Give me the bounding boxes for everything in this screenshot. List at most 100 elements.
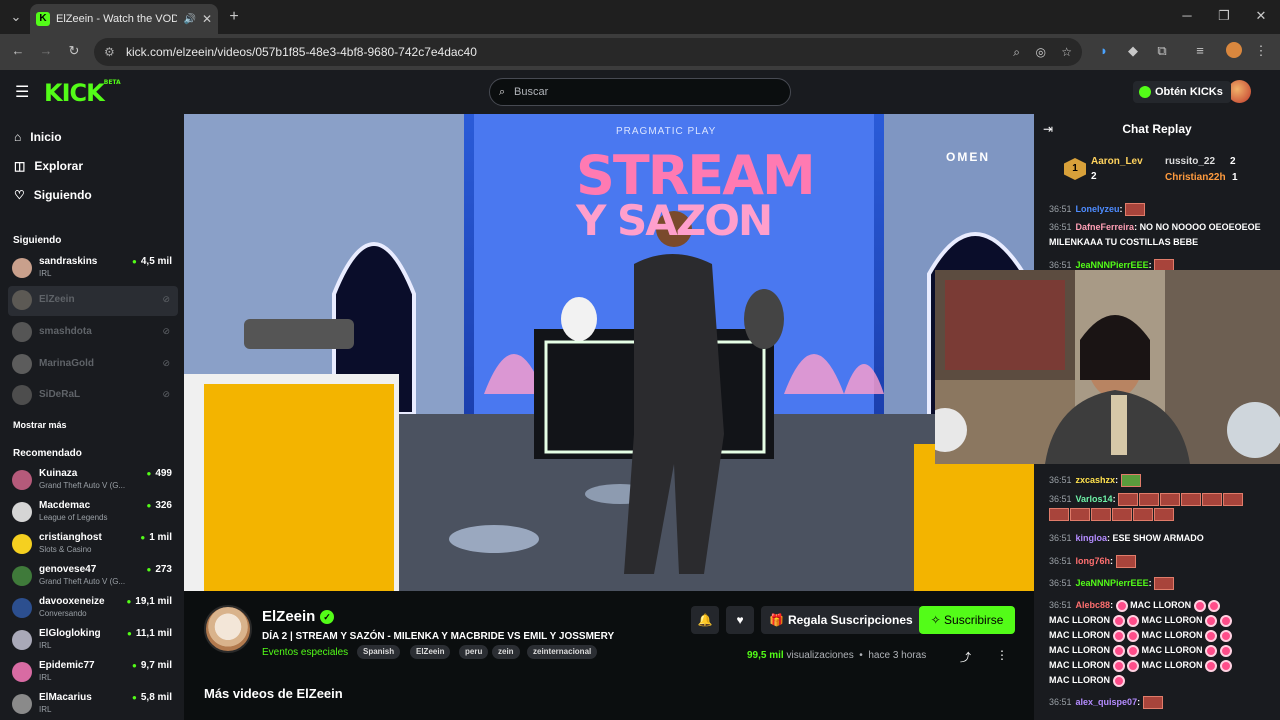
menu-hamburger-icon[interactable]: ☰ xyxy=(15,82,29,102)
avatar xyxy=(12,322,32,342)
compass-icon: ◫ xyxy=(14,159,26,173)
close-tab-icon[interactable]: ✕ xyxy=(202,12,212,26)
following-section-title: Siguiendo xyxy=(13,235,62,246)
avatar xyxy=(12,385,32,405)
avatar xyxy=(12,598,32,618)
gift-count: 2 xyxy=(1091,171,1097,182)
tag-chip[interactable]: Spanish xyxy=(357,645,401,659)
top-gifter-name[interactable]: Aaron_Lev xyxy=(1091,156,1143,167)
search-input[interactable]: ⌕ Buscar xyxy=(489,78,791,106)
site-header: ☰ KICKBETA ⌕ Buscar xyxy=(0,70,1280,114)
browser-menu-icon[interactable]: ⋮ xyxy=(1251,43,1271,59)
notification-bell-button[interactable]: 🔔 xyxy=(691,606,719,634)
tag-chip[interactable]: peru xyxy=(459,645,489,659)
following-channel[interactable]: ElZeein ⊘ xyxy=(8,286,178,316)
url-field[interactable]: ⚙ kick.com/elzeein/videos/057b1f85-48e3-… xyxy=(94,38,1082,66)
forward-icon[interactable]: → xyxy=(36,43,56,58)
beta-badge: BETA xyxy=(103,79,121,86)
recommended-channel[interactable]: cristianghostSlots & Casino1 mil xyxy=(8,530,178,560)
maximize-icon[interactable]: ❐ xyxy=(1214,8,1234,24)
nav-following[interactable]: ♡ Siguiendo xyxy=(14,188,92,202)
sign-omen-text: OMEN xyxy=(946,150,990,164)
heart-icon: ♡ xyxy=(14,188,25,202)
chat-message: 36:51 JeaNNNPierrEEE: xyxy=(1049,576,1271,591)
avatar xyxy=(12,566,32,586)
browser-tab-bar: ⌄ K ElZeein - Watch the VOD or 🔊 ✕ + ─ ❐… xyxy=(0,0,1280,34)
user-avatar[interactable] xyxy=(1228,80,1251,103)
gift-count: 2 xyxy=(1230,156,1236,167)
close-window-icon[interactable]: ✕ xyxy=(1251,8,1271,24)
profile-avatar[interactable] xyxy=(1224,42,1244,61)
follow-heart-button[interactable]: ♥ xyxy=(726,606,754,634)
kick-favicon-icon: K xyxy=(36,12,50,26)
category-link[interactable]: Eventos especiales xyxy=(262,647,348,658)
sidebar: ⌂ Inicio ◫ Explorar ♡ Siguiendo Siguiendo s… xyxy=(0,114,184,720)
verified-icon: ✓ xyxy=(320,610,334,624)
following-channel[interactable]: sandraskins IRL 4,5 mil xyxy=(8,254,178,284)
video-player[interactable]: PRAGMATIC PLAY STREAM Y SAZON OMEN xyxy=(184,114,1034,591)
bell-icon: 🔔 xyxy=(697,613,713,627)
media-control-icon[interactable]: ≡ xyxy=(1190,43,1210,58)
following-channel[interactable]: MarinaGold ⊘ xyxy=(8,350,178,380)
recommended-channel[interactable]: MacdemacLeague of Legends326 xyxy=(8,498,178,528)
nav-explore[interactable]: ◫ Explorar xyxy=(14,159,83,173)
emote-icon xyxy=(1125,203,1146,217)
avatar xyxy=(12,502,32,522)
tag-chip[interactable]: zeinternacional xyxy=(527,645,598,659)
get-kicks-button[interactable]: Obtén KICKs xyxy=(1133,81,1231,103)
heart-icon: ♥ xyxy=(736,613,744,627)
address-bar-row: ← → ↻ ⚙ kick.com/elzeein/videos/057b1f85… xyxy=(0,34,1280,70)
avatar xyxy=(12,534,32,554)
show-more-link[interactable]: Mostrar más xyxy=(13,420,67,430)
extensions-puzzle-icon[interactable]: ⧉ xyxy=(1152,43,1172,59)
view-count: 99,5 mil visualizaciones • hace 3 horas xyxy=(747,650,927,661)
bookmark-star-icon[interactable]: ☆ xyxy=(1061,38,1072,66)
kick-logo[interactable]: KICKBETA xyxy=(44,79,121,107)
site-info-icon[interactable]: ⚙ xyxy=(104,38,115,66)
new-tab-icon[interactable]: + xyxy=(224,8,244,26)
speaker-icon[interactable]: 🔊 xyxy=(183,14,195,25)
minimize-icon[interactable]: ─ xyxy=(1177,8,1197,23)
share-icon[interactable]: ⤴ xyxy=(960,649,971,665)
top-gifter-name[interactable]: Christian22h xyxy=(1165,172,1226,183)
zoom-icon[interactable]: ⌕ xyxy=(1013,38,1020,66)
top-gifter-name[interactable]: russito_22 xyxy=(1165,156,1215,167)
kicks-coin-icon xyxy=(1139,86,1151,98)
browser-tab[interactable]: K ElZeein - Watch the VOD or 🔊 ✕ xyxy=(30,4,218,34)
tag-chip[interactable]: zein xyxy=(492,645,520,659)
sign-title-2: Y SAZON xyxy=(576,196,773,245)
channel-avatar[interactable] xyxy=(204,605,252,653)
recommended-channel[interactable]: Epidemic77IRL9,7 mil xyxy=(8,658,178,688)
eye-off-icon[interactable]: ◎ xyxy=(1036,38,1046,66)
chat-message: 36:51 zxcashzx: xyxy=(1049,473,1271,488)
following-channel[interactable]: SiDeRaL ⊘ xyxy=(8,381,178,411)
channel-name[interactable]: ElZeein xyxy=(262,608,315,625)
offline-icon: ⊘ xyxy=(162,389,170,399)
tag-chip[interactable]: ElZeein xyxy=(410,645,451,659)
top-gifter-badge: 1 xyxy=(1064,158,1086,180)
following-channel[interactable]: smashdota ⊘ xyxy=(8,318,178,348)
chat-message: 36:51 long76h: xyxy=(1049,554,1271,569)
recommended-channel[interactable]: genovese47Grand Theft Auto V (G...273 xyxy=(8,562,178,592)
more-videos-heading: Más videos de ElZeein xyxy=(204,686,343,701)
recommended-channel[interactable]: ElGloglokingIRL11,1 mil xyxy=(8,626,178,656)
subscribe-button[interactable]: ✧ Suscribirse xyxy=(919,606,1015,634)
gift-subs-button[interactable]: 🎁 Regala Suscripciones xyxy=(761,606,922,634)
avatar xyxy=(12,662,32,682)
chat-message: 36:51 Lonelyzeu: xyxy=(1049,202,1271,217)
more-options-icon[interactable]: ⋮ xyxy=(996,648,1008,662)
avatar xyxy=(12,290,32,310)
extension-2-icon[interactable]: ◆ xyxy=(1123,43,1143,59)
emote-icon xyxy=(1120,474,1141,488)
recommended-channel[interactable]: KuinazaGrand Theft Auto V (G...499 xyxy=(8,466,178,496)
avatar xyxy=(12,630,32,650)
extension-icon[interactable]: ◗ xyxy=(1094,43,1114,58)
search-placeholder: Buscar xyxy=(514,86,549,98)
recommended-channel[interactable]: davooxeneizeConversando19,1 mil xyxy=(8,594,178,624)
back-icon[interactable]: ← xyxy=(8,43,28,58)
reload-icon[interactable]: ↻ xyxy=(64,43,84,59)
chat-title: Chat Replay xyxy=(1122,122,1192,136)
recommended-channel[interactable]: ElMacariusIRL5,8 mil xyxy=(8,690,178,720)
nav-home[interactable]: ⌂ Inicio xyxy=(14,130,62,144)
tab-list-icon[interactable]: ⌄ xyxy=(6,9,26,25)
